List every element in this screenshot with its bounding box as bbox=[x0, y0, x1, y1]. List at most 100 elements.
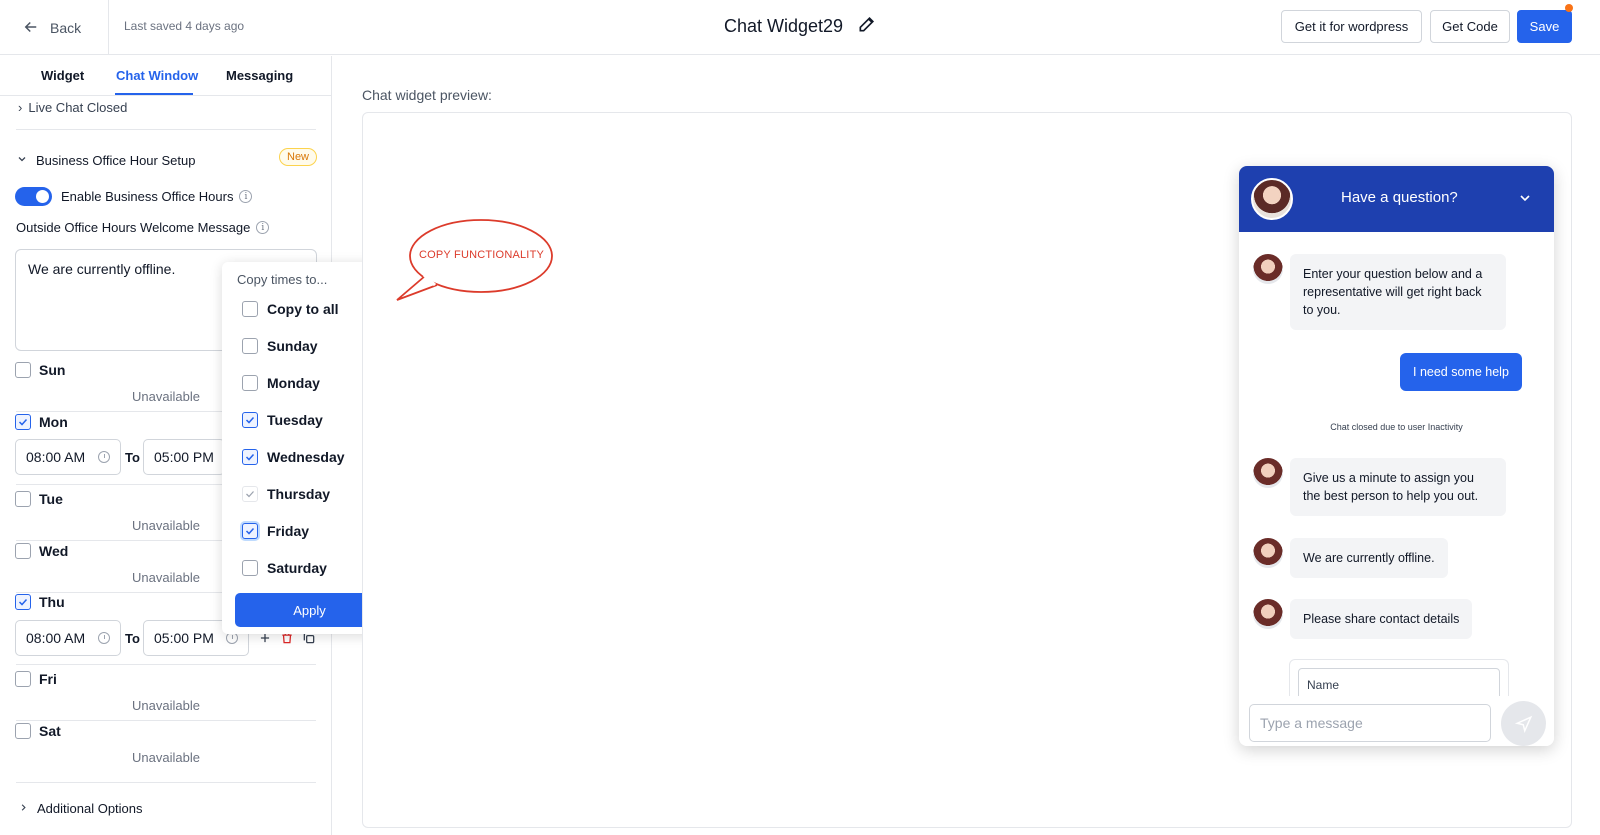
active-tab-indicator bbox=[115, 93, 193, 95]
option-checkbox[interactable] bbox=[242, 301, 258, 317]
option-checkbox[interactable] bbox=[242, 560, 258, 576]
to-label: To bbox=[125, 631, 140, 646]
tab-widget[interactable]: Widget bbox=[41, 68, 84, 83]
day-row-wed: Wed bbox=[15, 543, 68, 559]
time-value: 05:00 PM bbox=[154, 630, 214, 646]
clock-icon bbox=[98, 451, 110, 463]
message-input[interactable]: Type a message bbox=[1249, 704, 1491, 742]
tab-bar: Widget Chat Window Messaging bbox=[0, 56, 331, 96]
agent-message: Please share contact details bbox=[1290, 599, 1473, 639]
chat-title: Have a question? bbox=[1341, 189, 1458, 206]
day-row-fri: Fri bbox=[15, 671, 57, 687]
agent-avatar bbox=[1251, 178, 1293, 220]
additional-options-section[interactable]: Additional Options bbox=[18, 801, 143, 816]
chat-widget-preview: Have a question? Enter your question bel… bbox=[1239, 166, 1554, 746]
chevron-down-icon[interactable] bbox=[1517, 190, 1533, 206]
get-wordpress-button[interactable]: Get it for wordpress bbox=[1281, 10, 1422, 43]
pencil-icon[interactable] bbox=[857, 14, 877, 39]
from-time-input[interactable]: 08:00 AM bbox=[15, 620, 121, 656]
widget-title: Chat Widget29 bbox=[724, 16, 844, 36]
info-icon[interactable]: i bbox=[239, 190, 253, 203]
option-checkbox[interactable] bbox=[242, 523, 258, 539]
day-checkbox[interactable] bbox=[15, 362, 31, 378]
agent-message: We are currently offline. bbox=[1290, 538, 1448, 578]
agent-avatar bbox=[1253, 254, 1283, 284]
time-value: 05:00 PM bbox=[154, 449, 214, 465]
from-time-input[interactable]: 08:00 AM bbox=[15, 439, 121, 475]
day-row-mon: Mon bbox=[15, 414, 68, 430]
option-checkbox[interactable] bbox=[242, 375, 258, 391]
day-row-thu: Thu bbox=[15, 594, 65, 610]
option-checkbox[interactable] bbox=[242, 449, 258, 465]
copy-option-tuesday[interactable]: Tuesday bbox=[242, 412, 323, 428]
info-icon[interactable]: i bbox=[256, 221, 270, 234]
unsaved-indicator bbox=[1565, 4, 1573, 12]
copy-option-monday[interactable]: Monday bbox=[242, 375, 320, 391]
day-label: Fri bbox=[39, 671, 57, 687]
agent-avatar bbox=[1253, 458, 1283, 488]
copy-option-wednesday[interactable]: Wednesday bbox=[242, 449, 345, 465]
option-checkbox bbox=[242, 486, 258, 502]
to-label: To bbox=[125, 450, 140, 465]
section-live-chat-closed[interactable]: › Live Chat Closed bbox=[18, 100, 127, 115]
divider bbox=[16, 664, 316, 665]
section-label: Additional Options bbox=[37, 801, 143, 816]
option-label: Sunday bbox=[267, 338, 318, 354]
day-label: Sat bbox=[39, 723, 61, 739]
day-label: Mon bbox=[39, 414, 68, 430]
day-row-sun: Sun bbox=[15, 362, 65, 378]
back-label: Back bbox=[50, 20, 82, 36]
copy-option-sunday[interactable]: Sunday bbox=[242, 338, 318, 354]
option-label: Copy to all bbox=[267, 301, 339, 317]
option-checkbox[interactable] bbox=[242, 338, 258, 354]
option-label: Thursday bbox=[267, 486, 331, 502]
copy-option-thursday: Thursday bbox=[242, 486, 330, 502]
chat-footer: Type a message bbox=[1239, 696, 1554, 746]
outside-hours-label: Outside Office Hours Welcome Message i bbox=[16, 220, 270, 235]
day-checkbox[interactable] bbox=[15, 414, 31, 430]
day-row-sat: Sat bbox=[15, 723, 61, 739]
last-saved-text: Last saved 4 days ago bbox=[124, 19, 245, 33]
user-message: I need some help bbox=[1400, 353, 1522, 391]
send-icon bbox=[1514, 715, 1532, 733]
toggle-label: Enable Business Office Hours i bbox=[61, 189, 253, 204]
new-badge: New bbox=[279, 148, 318, 166]
tab-chat-window[interactable]: Chat Window bbox=[116, 68, 198, 83]
chat-header: Have a question? bbox=[1239, 166, 1554, 232]
unavailable-text: Unavailable bbox=[132, 389, 200, 404]
day-label: Sun bbox=[39, 362, 66, 378]
day-checkbox[interactable] bbox=[15, 491, 31, 507]
unavailable-text: Unavailable bbox=[132, 750, 200, 765]
chevron-right-icon: › bbox=[18, 100, 23, 115]
outside-hours-text: Outside Office Hours Welcome Message bbox=[16, 220, 251, 235]
copy-option-saturday[interactable]: Saturday bbox=[242, 560, 327, 576]
save-button[interactable]: Save bbox=[1517, 10, 1572, 43]
day-checkbox[interactable] bbox=[15, 671, 31, 687]
tab-messaging[interactable]: Messaging bbox=[226, 68, 293, 83]
send-button[interactable] bbox=[1501, 701, 1546, 746]
day-label: Wed bbox=[39, 543, 69, 559]
toggle-text: Enable Business Office Hours bbox=[61, 189, 234, 204]
back-button[interactable]: Back bbox=[22, 14, 81, 42]
header-divider bbox=[108, 0, 109, 55]
day-row-tue: Tue bbox=[15, 491, 63, 507]
section-business-hours[interactable]: Business Office Hour Setup bbox=[16, 149, 316, 171]
day-checkbox[interactable] bbox=[15, 543, 31, 559]
get-code-button[interactable]: Get Code bbox=[1430, 10, 1510, 43]
unavailable-text: Unavailable bbox=[132, 518, 200, 533]
day-checkbox[interactable] bbox=[15, 594, 31, 610]
arrow-left-icon bbox=[22, 18, 40, 39]
dropdown-title: Copy times to... bbox=[237, 272, 328, 287]
agent-avatar bbox=[1253, 538, 1283, 568]
business-hours-toggle[interactable] bbox=[15, 187, 52, 206]
callout-text: COPY FUNCTIONALITY bbox=[419, 249, 545, 261]
copy-option-friday[interactable]: Friday bbox=[242, 523, 309, 539]
preview-label: Chat widget preview: bbox=[362, 87, 492, 103]
section-label: Live Chat Closed bbox=[28, 100, 128, 115]
day-checkbox[interactable] bbox=[15, 723, 31, 739]
divider bbox=[16, 129, 316, 130]
title-area: Chat Widget29 bbox=[724, 14, 877, 39]
option-checkbox[interactable] bbox=[242, 412, 258, 428]
copy-option-all[interactable]: Copy to all bbox=[242, 301, 339, 317]
to-time-input[interactable]: 05:00 PM bbox=[143, 439, 225, 475]
